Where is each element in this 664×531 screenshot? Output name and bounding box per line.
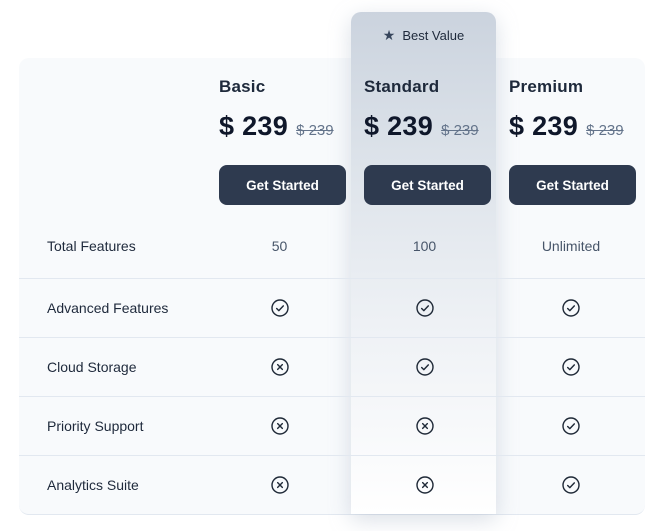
feature-label: Total Features — [19, 238, 207, 254]
plan-header-row: Basic $ 239 $ 239 Get Started Standard $… — [19, 58, 645, 213]
price-row: $ 239 $ 239 — [219, 111, 352, 142]
feature-value-premium: Unlimited — [497, 238, 645, 254]
plan-name: Premium — [509, 77, 645, 97]
star-icon: ★ — [383, 28, 396, 42]
feature-cell-basic — [207, 357, 352, 377]
plan-name: Standard — [364, 77, 497, 97]
plan-name: Basic — [219, 77, 352, 97]
old-price: $ 239 — [586, 122, 624, 139]
cross-circle-icon — [415, 416, 435, 436]
feature-label: Priority Support — [19, 418, 207, 434]
cross-circle-icon — [270, 357, 290, 377]
best-value-badge: ★ Best Value — [351, 12, 496, 58]
feature-cell-premium — [497, 416, 645, 436]
feature-row-advanced-features: Advanced Features — [19, 278, 645, 337]
feature-row-priority-support: Priority Support — [19, 396, 645, 455]
cross-circle-icon — [270, 416, 290, 436]
pricing-table: ★ Best Value Basic $ 239 $ 239 Get Start… — [0, 0, 664, 531]
feature-cell-premium — [497, 475, 645, 495]
feature-cell-standard — [352, 475, 497, 495]
get-started-button-basic[interactable]: Get Started — [219, 165, 346, 205]
feature-cell-standard — [352, 416, 497, 436]
check-circle-icon — [561, 475, 581, 495]
cross-circle-icon — [415, 475, 435, 495]
get-started-button-standard[interactable]: Get Started — [364, 165, 491, 205]
plan-column-standard: Standard $ 239 $ 239 Get Started — [352, 58, 497, 205]
plan-column-premium: Premium $ 239 $ 239 Get Started — [497, 58, 645, 205]
old-price: $ 239 — [296, 122, 334, 139]
feature-cell-standard — [352, 357, 497, 377]
feature-row-total-features: Total Features 50 100 Unlimited — [19, 213, 645, 278]
best-value-label: Best Value — [402, 28, 464, 43]
feature-value-standard: 100 — [352, 238, 497, 254]
feature-label: Cloud Storage — [19, 359, 207, 375]
price-row: $ 239 $ 239 — [509, 111, 645, 142]
plan-column-basic: Basic $ 239 $ 239 Get Started — [207, 58, 352, 205]
pricing-card: Basic $ 239 $ 239 Get Started Standard $… — [19, 58, 645, 514]
feature-cell-basic — [207, 416, 352, 436]
check-circle-icon — [561, 416, 581, 436]
check-circle-icon — [561, 357, 581, 377]
feature-cell-premium — [497, 298, 645, 318]
current-price: $ 239 — [509, 111, 578, 142]
get-started-button-premium[interactable]: Get Started — [509, 165, 636, 205]
check-circle-icon — [415, 298, 435, 318]
feature-row-analytics-suite: Analytics Suite — [19, 455, 645, 514]
feature-cell-standard — [352, 298, 497, 318]
check-circle-icon — [270, 298, 290, 318]
feature-value-basic: 50 — [207, 238, 352, 254]
feature-cell-basic — [207, 475, 352, 495]
price-row: $ 239 $ 239 — [364, 111, 497, 142]
feature-cell-basic — [207, 298, 352, 318]
feature-label: Analytics Suite — [19, 477, 207, 493]
feature-label: Advanced Features — [19, 300, 207, 316]
current-price: $ 239 — [364, 111, 433, 142]
old-price: $ 239 — [441, 122, 479, 139]
check-circle-icon — [561, 298, 581, 318]
check-circle-icon — [415, 357, 435, 377]
current-price: $ 239 — [219, 111, 288, 142]
feature-row-cloud-storage: Cloud Storage — [19, 337, 645, 396]
feature-cell-premium — [497, 357, 645, 377]
cross-circle-icon — [270, 475, 290, 495]
